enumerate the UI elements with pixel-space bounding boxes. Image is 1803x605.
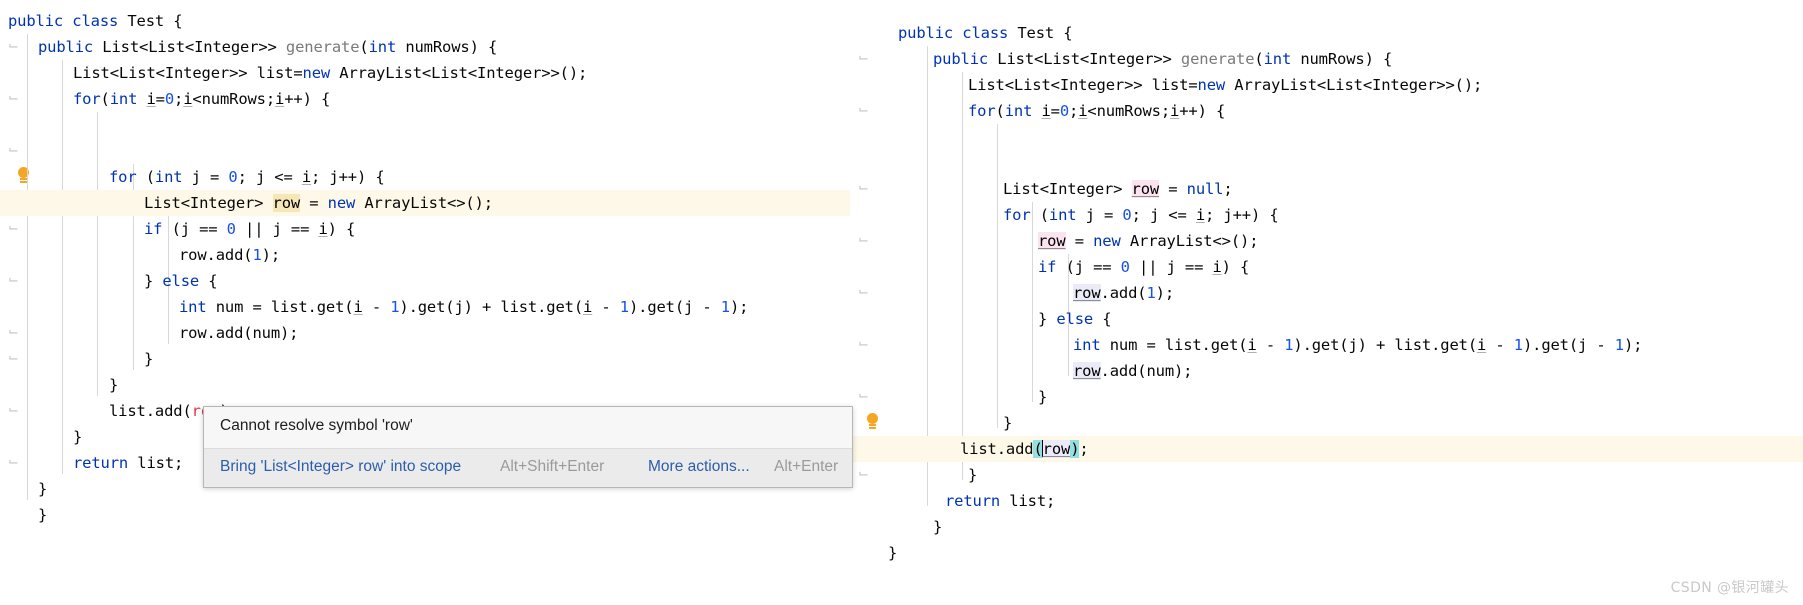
identifier-row-read: row [1073, 284, 1101, 302]
code-line[interactable]: } [0, 372, 850, 398]
code-line[interactable] [850, 150, 1803, 176]
code-line[interactable]: int num = list.get(i - 1).get(j) + list.… [0, 294, 850, 320]
quick-fix-popup[interactable]: Cannot resolve symbol 'row' Bring 'List<… [203, 406, 853, 488]
code-line[interactable]: int num = list.get(i - 1).get(j) + list.… [850, 332, 1803, 358]
code-line-highlighted[interactable]: List<Integer> row = new ArrayList<>(); [0, 190, 850, 216]
identifier-row: row [272, 194, 301, 212]
code-line[interactable]: } else { [0, 268, 850, 294]
right-editor-pane[interactable]: public class Test { public List<List<Int… [850, 0, 1803, 605]
left-editor-pane[interactable]: public class Test { public List<List<Int… [0, 0, 850, 605]
code-line[interactable]: row = new ArrayList<>(); [850, 228, 1803, 254]
right-code-lines[interactable]: public class Test { public List<List<Int… [850, 0, 1803, 605]
code-line[interactable]: } [850, 514, 1803, 540]
code-line[interactable]: List<List<Integer>> list=new ArrayList<L… [0, 60, 850, 86]
code-line[interactable]: for(int i=0;i<numRows;i++) { [0, 86, 850, 112]
code-line[interactable]: List<List<Integer>> list=new ArrayList<L… [850, 72, 1803, 98]
code-line[interactable] [850, 124, 1803, 150]
screenshot-root: public class Test { public List<List<Int… [0, 0, 1803, 605]
code-line[interactable]: return list; [850, 488, 1803, 514]
code-line[interactable]: List<Integer> row = null; [850, 176, 1803, 202]
code-line[interactable] [0, 138, 850, 164]
code-line[interactable]: } [0, 346, 850, 372]
popup-action-shortcut: Alt+Enter [774, 458, 839, 475]
watermark-text: CSDN @银河罐头 [1670, 580, 1789, 596]
code-line[interactable]: row.add(num); [0, 320, 850, 346]
code-line[interactable]: } [850, 384, 1803, 410]
code-line[interactable]: for (int j = 0; j <= i; j++) { [0, 164, 850, 190]
code-line[interactable]: } [850, 410, 1803, 436]
identifier-row-write: row [1038, 232, 1066, 250]
code-line[interactable]: } [850, 462, 1803, 488]
popup-action-bar: Bring 'List<Integer> row' into scope Alt… [204, 448, 852, 487]
left-code-lines[interactable]: public class Test { public List<List<Int… [0, 0, 850, 605]
code-line[interactable]: public class Test { [850, 20, 1803, 46]
code-line[interactable]: row.add(num); [850, 358, 1803, 384]
code-line[interactable]: if (j == 0 || j == i) { [0, 216, 850, 242]
code-line[interactable]: for (int j = 0; j <= i; j++) { [850, 202, 1803, 228]
popup-action-more-actions[interactable]: More actions... [648, 458, 750, 476]
code-line[interactable]: public List<List<Integer>> generate(int … [0, 34, 850, 60]
identifier-row-read: row [1073, 362, 1101, 380]
code-line[interactable]: if (j == 0 || j == i) { [850, 254, 1803, 280]
identifier-row-read: row [1042, 440, 1071, 458]
popup-error-message: Cannot resolve symbol 'row' [220, 417, 413, 434]
identifier-row-declaration: row [1131, 180, 1160, 198]
code-line[interactable]: row.add(1); [0, 242, 850, 268]
popup-action-bring-into-scope[interactable]: Bring 'List<Integer> row' into scope [220, 458, 461, 476]
code-line[interactable]: } else { [850, 306, 1803, 332]
code-line[interactable]: } [850, 540, 1803, 566]
code-line[interactable]: public class Test { [0, 8, 850, 34]
code-line[interactable]: public List<List<Integer>> generate(int … [850, 46, 1803, 72]
code-line[interactable]: row.add(1); [850, 280, 1803, 306]
code-line[interactable]: } [0, 502, 850, 528]
code-line[interactable]: for(int i=0;i<numRows;i++) { [850, 98, 1803, 124]
popup-action-shortcut: Alt+Shift+Enter [500, 458, 605, 475]
code-line[interactable] [0, 112, 850, 138]
code-line-highlighted[interactable]: list.add(row); [850, 436, 1803, 462]
